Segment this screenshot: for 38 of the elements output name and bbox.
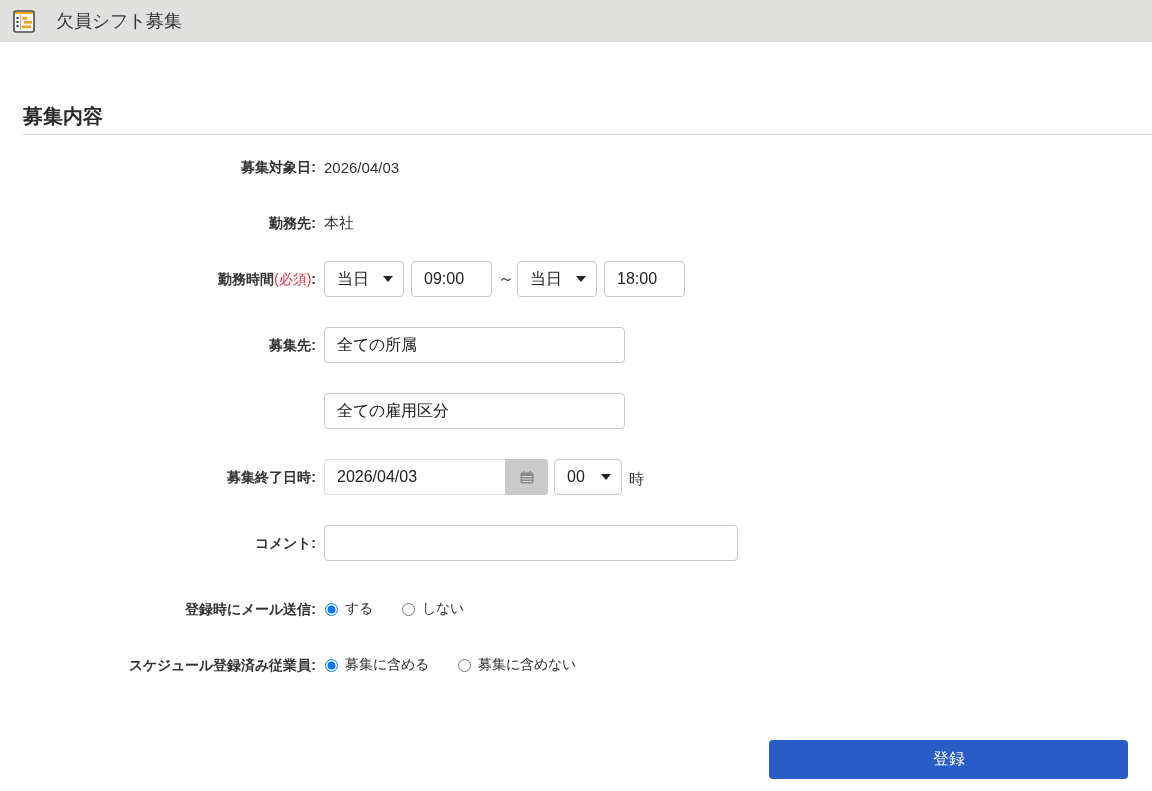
- caret-icon: [601, 474, 611, 480]
- caret-icon: [576, 276, 586, 282]
- field-label: 募集終了日時:: [227, 468, 316, 485]
- field-label: 勤務時間(必須):: [218, 270, 316, 287]
- day-select[interactable]: 当日: [324, 261, 404, 297]
- field-label: 勤務先:: [269, 214, 316, 231]
- field-value: 2026/04/03: [324, 158, 400, 176]
- radio-label: 募集に含めない: [478, 656, 576, 674]
- window-title: 欠員シフト募集: [56, 10, 182, 33]
- field-value: 本社: [324, 213, 354, 233]
- unit-label: 時: [629, 469, 644, 489]
- time-input[interactable]: 09:00: [411, 261, 492, 297]
- field-label: スケジュール登録済み従業員:: [129, 656, 316, 673]
- calendar-icon: [519, 470, 534, 484]
- radio-button[interactable]: [325, 658, 338, 672]
- radio-label: する: [345, 600, 373, 618]
- section-title: 募集内容: [23, 104, 103, 129]
- radio-label: しない: [422, 600, 464, 618]
- radio-button[interactable]: [458, 658, 471, 672]
- field-label: 募集先:: [269, 336, 316, 353]
- selector-field[interactable]: 全ての所属: [324, 327, 625, 363]
- radio-button[interactable]: [402, 602, 415, 616]
- radio-label: 募集に含める: [345, 656, 429, 674]
- radio-button[interactable]: [325, 602, 338, 616]
- app-icon: [13, 9, 35, 33]
- comment-field[interactable]: [324, 525, 738, 561]
- caret-icon: [383, 276, 393, 282]
- field-label: コメント:: [255, 534, 316, 551]
- register-button[interactable]: 登録: [769, 740, 1128, 779]
- time-input[interactable]: 18:00: [604, 261, 685, 297]
- day-select[interactable]: 当日: [517, 261, 597, 297]
- date-input[interactable]: 2026/04/03: [324, 459, 505, 495]
- selector-field[interactable]: 全ての雇用区分: [324, 393, 625, 429]
- field-label: 募集対象日:: [241, 158, 316, 175]
- field-label: 登録時にメール送信:: [185, 600, 316, 617]
- calendar-button[interactable]: [505, 459, 548, 495]
- range-separator: ～: [498, 268, 514, 289]
- hour-select[interactable]: 00: [554, 459, 622, 495]
